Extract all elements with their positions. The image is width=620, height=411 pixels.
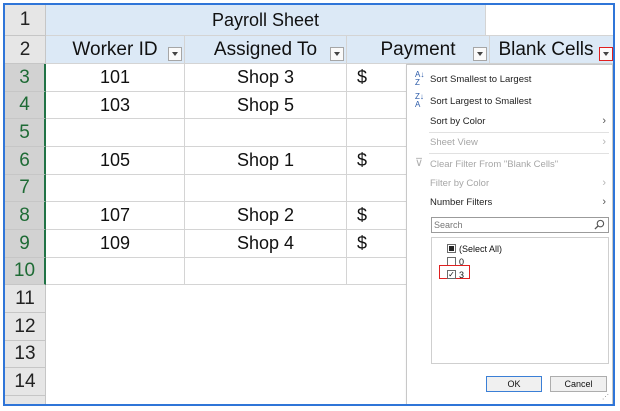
menu-clear-filter: ⊽ Clear Filter From "Blank Cells" <box>407 154 612 174</box>
filter-dropdown-payment[interactable] <box>473 47 487 61</box>
menu-sort-ascending-label: Sort Smallest to Largest <box>430 73 532 85</box>
autofilter-menu: A↓ Z Sort Smallest to Largest Z↓ A Sort La… <box>406 64 613 404</box>
cell-worker-id[interactable] <box>46 258 185 285</box>
chevron-right-icon: › <box>602 115 606 127</box>
cell-assigned-to[interactable]: Shop 3 <box>185 64 347 92</box>
chevron-down-icon <box>334 52 340 56</box>
menu-sheet-view-label: Sheet View <box>430 136 478 148</box>
filter-values-list: (Select All) 0 ✓ 3 <box>431 237 609 364</box>
header-assigned-to-label: Assigned To <box>213 38 318 60</box>
row-header-4[interactable]: 4 <box>5 92 46 119</box>
cancel-button[interactable]: Cancel <box>550 376 607 392</box>
filter-item-label: 3 <box>459 269 465 280</box>
menu-sort-by-color-label: Sort by Color <box>430 115 486 127</box>
filter-dropdown-blank-cells[interactable] <box>599 47 613 61</box>
row-header-1[interactable]: 1 <box>5 5 46 36</box>
cell-assigned-to[interactable]: Shop 2 <box>185 202 347 230</box>
chevron-down-icon <box>172 52 178 56</box>
header-payment-label: Payment <box>380 38 456 60</box>
search-icon <box>594 219 605 230</box>
cell-worker-id[interactable]: 109 <box>46 230 185 258</box>
sort-descending-icon: Z↓ A <box>415 92 424 109</box>
row-header-3[interactable]: 3 <box>5 64 46 92</box>
header-worker-id-label: Worker ID <box>72 38 158 60</box>
cell-assigned-to[interactable]: Shop 1 <box>185 147 347 175</box>
filter-item-label: (Select All) <box>459 243 503 254</box>
row-header-15 <box>5 396 46 404</box>
cell-assigned-to[interactable] <box>185 258 347 285</box>
row-header-7[interactable]: 7 <box>5 175 46 202</box>
header-payment[interactable]: Payment <box>347 36 490 64</box>
resize-grip-icon[interactable]: ⋰ <box>602 394 610 402</box>
row-header-5[interactable]: 5 <box>5 119 46 147</box>
cell-assigned-to[interactable] <box>185 175 347 202</box>
menu-sort-descending-label: Sort Largest to Smallest <box>430 95 532 107</box>
chevron-right-icon: › <box>602 136 606 148</box>
cell-worker-id[interactable]: 101 <box>46 64 185 92</box>
excel-window: 1 2 3 4 5 6 7 8 9 10 11 12 13 14 Payroll… <box>3 3 615 406</box>
row-header-6[interactable]: 6 <box>5 147 46 175</box>
cell-assigned-to[interactable]: Shop 5 <box>185 92 347 119</box>
checkbox-partial[interactable] <box>447 244 456 253</box>
cell-worker-id[interactable]: 107 <box>46 202 185 230</box>
cell-worker-id[interactable] <box>46 119 185 147</box>
cell-worker-id[interactable] <box>46 175 185 202</box>
row-header-10[interactable]: 10 <box>5 258 46 285</box>
sort-ascending-icon: A↓ Z <box>415 70 425 87</box>
clear-filter-icon: ⊽ <box>415 157 424 169</box>
menu-filter-by-color-label: Filter by Color <box>430 177 490 189</box>
checkbox-checked[interactable]: ✓ <box>447 270 456 279</box>
menu-number-filters-label: Number Filters <box>430 196 493 208</box>
chevron-right-icon: › <box>602 177 606 189</box>
row-header-11[interactable]: 11 <box>5 285 46 313</box>
menu-sort-ascending[interactable]: A↓ Z Sort Smallest to Largest <box>407 69 612 89</box>
sheet-title-cell[interactable]: Payroll Sheet <box>46 5 486 36</box>
filter-search-input[interactable]: Search <box>431 217 609 233</box>
cell-e1[interactable] <box>486 5 613 36</box>
filter-item-select-all[interactable]: (Select All) <box>447 242 502 255</box>
row-header-8[interactable]: 8 <box>5 202 46 230</box>
row-header-14[interactable]: 14 <box>5 368 46 396</box>
chevron-down-icon <box>603 52 609 56</box>
filter-search-placeholder: Search <box>434 220 463 230</box>
header-blank-cells-label: Blank Cells <box>498 38 594 60</box>
cell-worker-id[interactable]: 103 <box>46 92 185 119</box>
header-assigned-to[interactable]: Assigned To <box>185 36 347 64</box>
filter-dropdown-assigned-to[interactable] <box>330 47 344 61</box>
cell-assigned-to[interactable] <box>185 119 347 147</box>
cell-worker-id[interactable]: 105 <box>46 147 185 175</box>
filter-item-3[interactable]: ✓ 3 <box>447 268 464 281</box>
row-header-2[interactable]: 2 <box>5 36 46 64</box>
chevron-right-icon: › <box>602 196 606 208</box>
menu-number-filters[interactable]: Number Filters › <box>407 192 612 212</box>
menu-sheet-view: Sheet View › <box>407 132 612 152</box>
row-header-12[interactable]: 12 <box>5 313 46 341</box>
ok-button[interactable]: OK <box>486 376 542 392</box>
menu-filter-by-color: Filter by Color › <box>407 173 612 193</box>
row-header-9[interactable]: 9 <box>5 230 46 258</box>
menu-sort-descending[interactable]: Z↓ A Sort Largest to Smallest <box>407 91 612 111</box>
menu-clear-filter-label: Clear Filter From "Blank Cells" <box>430 158 559 170</box>
filter-dropdown-worker-id[interactable] <box>168 47 182 61</box>
header-worker-id[interactable]: Worker ID <box>46 36 185 64</box>
chevron-down-icon <box>477 52 483 56</box>
menu-sort-by-color[interactable]: Sort by Color › <box>407 111 612 131</box>
header-blank-cells[interactable]: Blank Cells <box>490 36 613 64</box>
row-header-13[interactable]: 13 <box>5 341 46 368</box>
cell-assigned-to[interactable]: Shop 4 <box>185 230 347 258</box>
